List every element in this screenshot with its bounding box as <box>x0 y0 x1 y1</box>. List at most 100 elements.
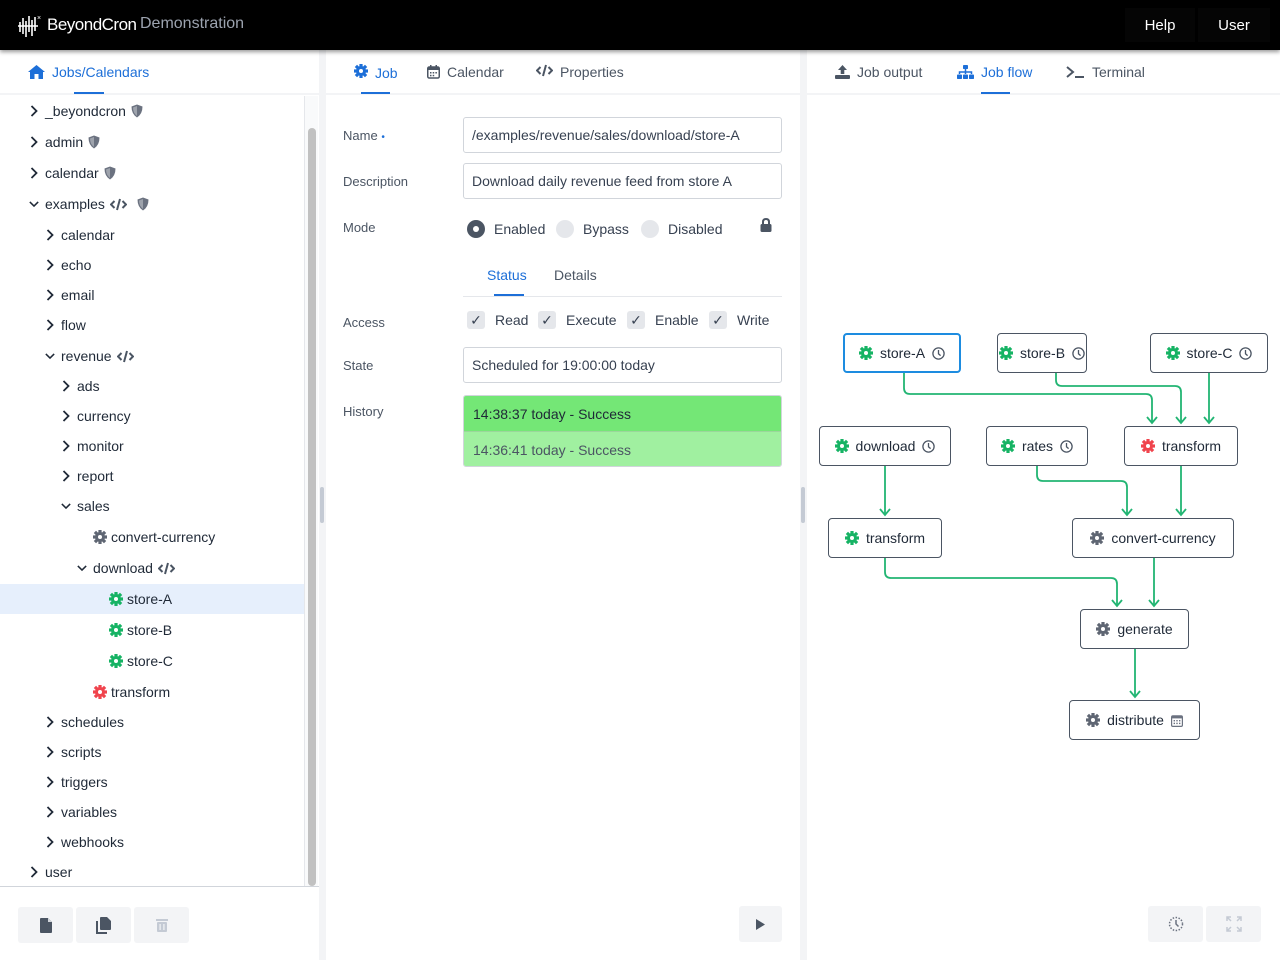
chevron-right-icon[interactable] <box>29 166 39 180</box>
tree-folder-item[interactable]: variables <box>0 797 304 827</box>
play-icon <box>756 918 765 930</box>
flow-node-distribute[interactable]: distribute <box>1069 700 1200 740</box>
chevron-right-icon[interactable] <box>45 715 55 729</box>
access-enable-checkbox[interactable]: ✓ Enable <box>627 311 699 329</box>
tab-job[interactable]: Job <box>353 63 398 81</box>
chevron-right-icon[interactable] <box>45 805 55 819</box>
subtab-status[interactable]: Status <box>487 267 527 283</box>
flow-node-download[interactable]: download <box>819 426 951 466</box>
flow-node-store-A[interactable]: store-A <box>843 333 961 373</box>
tab-job-output[interactable]: Job output <box>835 64 922 80</box>
mode-radio-bypass[interactable]: Bypass <box>556 220 629 238</box>
chevron-right-icon[interactable] <box>61 379 71 393</box>
tree-folder-item[interactable]: flow <box>0 310 304 340</box>
splitter-grip[interactable] <box>801 487 805 523</box>
chevron-right-icon[interactable] <box>45 835 55 849</box>
chevron-right-icon[interactable] <box>45 228 55 242</box>
user-button[interactable]: User <box>1198 8 1270 42</box>
history-label: History <box>343 404 384 419</box>
delete-button[interactable] <box>134 907 189 943</box>
copy-button[interactable] <box>76 907 131 943</box>
chevron-right-icon[interactable] <box>29 104 39 118</box>
chevron-right-icon[interactable] <box>45 318 55 332</box>
tree-folder-item[interactable]: calendar <box>0 158 304 188</box>
chevron-down-icon[interactable] <box>29 197 39 211</box>
chevron-down-icon[interactable] <box>77 561 87 575</box>
lock-icon[interactable] <box>760 218 772 232</box>
flow-node-store-B[interactable]: store-B <box>997 333 1087 373</box>
tree-folder-item[interactable]: user <box>0 857 304 886</box>
chevron-right-icon[interactable] <box>29 865 39 879</box>
logo[interactable]: × BeyondCron <box>18 10 137 40</box>
chevron-right-icon[interactable] <box>45 745 55 759</box>
tab-properties[interactable]: Properties <box>535 64 624 80</box>
mode-radio-enabled[interactable]: Enabled <box>467 220 545 238</box>
chevron-down-icon[interactable] <box>61 499 71 513</box>
checkmark-icon: ✓ <box>627 311 645 329</box>
tree-folder-item[interactable]: sales <box>0 491 304 521</box>
tab-job-flow[interactable]: Job flow <box>957 64 1032 80</box>
chevron-down-icon[interactable] <box>45 349 55 363</box>
tree-folder-item[interactable]: download <box>0 553 304 583</box>
subtab-details[interactable]: Details <box>554 267 597 283</box>
flow-node-store-C[interactable]: store-C <box>1150 333 1268 373</box>
chevron-right-icon[interactable] <box>61 439 71 453</box>
tree-job-item[interactable]: store-A <box>0 584 304 614</box>
tree-job-item[interactable]: transform <box>0 677 304 707</box>
name-field[interactable]: /examples/revenue/sales/download/store-A <box>463 117 782 153</box>
chevron-right-icon[interactable] <box>45 775 55 789</box>
tree-job-item[interactable]: store-B <box>0 615 304 645</box>
tab-terminal[interactable]: Terminal <box>1066 64 1145 80</box>
tree-folder-item[interactable]: calendar <box>0 220 304 250</box>
left-splitter[interactable] <box>319 50 326 960</box>
description-field[interactable]: Download daily revenue feed from store A <box>463 163 782 199</box>
right-splitter[interactable] <box>800 50 807 960</box>
tree-folder-item[interactable]: echo <box>0 250 304 280</box>
tree-folder-item[interactable]: revenue <box>0 341 304 371</box>
fit-view-button[interactable] <box>1206 906 1261 942</box>
flow-node-convert-currency[interactable]: convert-currency <box>1072 518 1234 558</box>
logo-icon: × <box>18 15 42 37</box>
new-file-button[interactable] <box>18 907 73 943</box>
history-item[interactable]: 14:36:41 today - Success <box>464 432 781 466</box>
tree-folder-item[interactable]: scripts <box>0 737 304 767</box>
state-label: State <box>343 358 374 373</box>
tree-job-item[interactable]: store-C <box>0 646 304 676</box>
tree-folder-item[interactable]: admin <box>0 127 304 157</box>
flow-node-transform-green[interactable]: transform <box>828 518 942 558</box>
tree-folder-item[interactable]: currency <box>0 401 304 431</box>
flow-node-generate[interactable]: generate <box>1080 609 1189 649</box>
run-button[interactable] <box>739 906 782 942</box>
access-write-checkbox[interactable]: ✓ Write <box>709 311 769 329</box>
history-item[interactable]: 14:38:37 today - Success <box>464 396 781 432</box>
tree-folder-item[interactable]: monitor <box>0 431 304 461</box>
chevron-right-icon[interactable] <box>29 135 39 149</box>
tree-folder-item[interactable]: report <box>0 461 304 491</box>
tree-job-item[interactable]: convert-currency <box>0 522 304 552</box>
tree-folder-item[interactable]: _beyondcron <box>0 96 304 126</box>
tree-scrollbar[interactable] <box>304 96 318 886</box>
tree-folder-item[interactable]: examples <box>0 189 304 219</box>
flow-node-rates[interactable]: rates <box>986 426 1088 466</box>
tree-folder-item[interactable]: ads <box>0 371 304 401</box>
help-button[interactable]: Help <box>1125 8 1195 42</box>
chevron-right-icon[interactable] <box>45 258 55 272</box>
history-button[interactable] <box>1148 906 1203 942</box>
tree-item-label: user <box>45 864 73 880</box>
tab-calendar[interactable]: Calendar <box>427 64 504 80</box>
chevron-right-icon[interactable] <box>61 469 71 483</box>
flow-node-transform-red[interactable]: transform <box>1124 426 1238 466</box>
tab-jobs-calendars[interactable]: Jobs/Calendars <box>28 64 149 80</box>
tree-folder-item[interactable]: schedules <box>0 707 304 737</box>
tree-folder-item[interactable]: triggers <box>0 767 304 797</box>
access-read-checkbox[interactable]: ✓ Read <box>467 311 528 329</box>
tree-folder-item[interactable]: webhooks <box>0 827 304 857</box>
access-execute-checkbox[interactable]: ✓ Execute <box>538 311 617 329</box>
mode-radio-disabled[interactable]: Disabled <box>641 220 722 238</box>
tree-folder-item[interactable]: email <box>0 280 304 310</box>
splitter-grip[interactable] <box>320 487 324 523</box>
expand-icon <box>1225 916 1242 932</box>
tree-scrollbar-thumb[interactable] <box>308 128 316 886</box>
chevron-right-icon[interactable] <box>61 409 71 423</box>
chevron-right-icon[interactable] <box>45 288 55 302</box>
